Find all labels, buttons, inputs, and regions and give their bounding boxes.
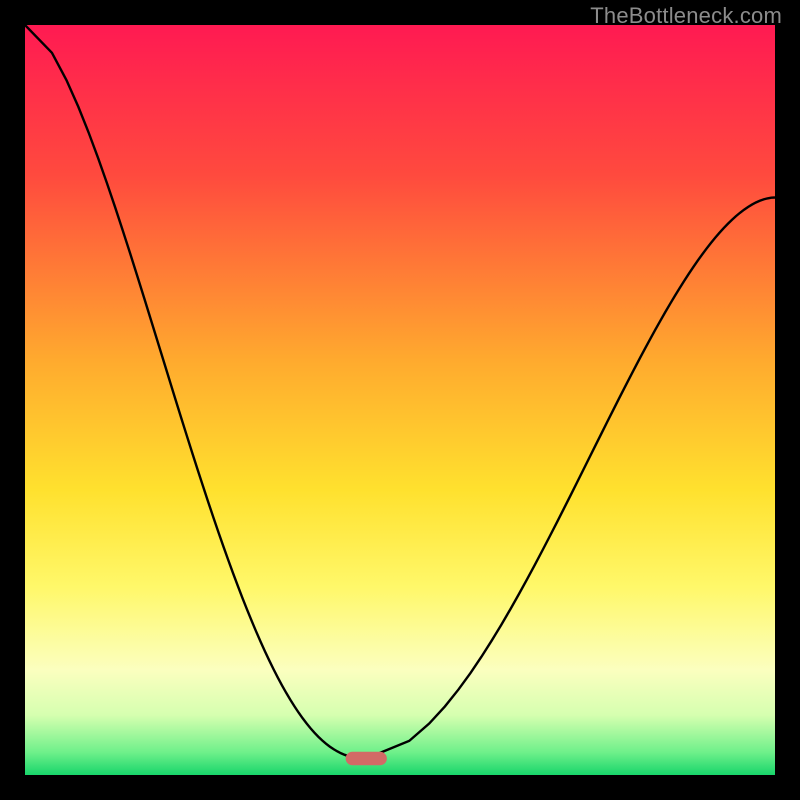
chart-frame [0,0,800,800]
watermark-text: TheBottleneck.com [590,3,782,29]
